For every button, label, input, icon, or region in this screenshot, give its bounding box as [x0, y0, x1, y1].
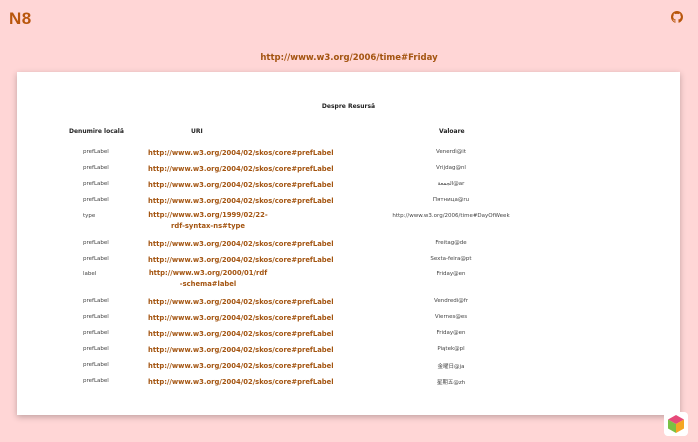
uri-link[interactable]: http://www.w3.org/2004/02/skos/core#pref…	[148, 329, 334, 340]
local-name-cell: prefLabel	[83, 256, 109, 262]
value-cell: 金曜日@ja	[437, 364, 465, 370]
local-name-cell: prefLabel	[83, 330, 109, 336]
local-name-cell: label	[83, 271, 97, 277]
local-name-cell: prefLabel	[83, 181, 109, 187]
uri-link[interactable]: http://www.w3.org/2004/02/skos/core#pref…	[148, 196, 334, 207]
uri-link[interactable]: http://www.w3.org/1999/02/22-rdf-syntax-…	[148, 210, 268, 231]
local-name-cell: type	[83, 213, 96, 219]
local-name-cell: prefLabel	[83, 378, 109, 384]
app-logo[interactable]: N8	[9, 9, 32, 29]
value-cell: Freitag@de	[435, 240, 467, 246]
local-name-cell: prefLabel	[83, 298, 109, 304]
value-cell: الجمعة@ar	[437, 181, 465, 187]
uri-link[interactable]: http://www.w3.org/2004/02/skos/core#pref…	[148, 148, 334, 159]
column-header-value: Valoare	[439, 128, 465, 135]
uri-link[interactable]: http://www.w3.org/2004/02/skos/core#pref…	[148, 164, 334, 175]
value-cell: Friday@en	[436, 330, 466, 336]
cube-icon[interactable]	[664, 412, 688, 436]
local-name-cell: prefLabel	[83, 165, 109, 171]
uri-link[interactable]: http://www.w3.org/2004/02/skos/core#pref…	[148, 297, 334, 308]
resource-card: Despre Resursă Denumire locală URI Valoa…	[17, 72, 680, 415]
local-name-cell: prefLabel	[83, 197, 109, 203]
uri-link[interactable]: http://www.w3.org/2000/01/rdf-schema#lab…	[148, 268, 268, 289]
card-title: Despre Resursă	[321, 103, 376, 110]
uri-link[interactable]: http://www.w3.org/2004/02/skos/core#pref…	[148, 361, 334, 372]
value-cell: 星期五@zh	[436, 380, 466, 386]
value-cell: Venerdì@it	[436, 149, 466, 155]
value-cell: http://www.w3.org/2006/time#DayOfWeek	[392, 213, 510, 219]
column-header-label: Denumire locală	[69, 128, 124, 135]
uri-link[interactable]: http://www.w3.org/2004/02/skos/core#pref…	[148, 377, 334, 388]
uri-link[interactable]: http://www.w3.org/2004/02/skos/core#pref…	[148, 345, 334, 356]
local-name-cell: prefLabel	[83, 346, 109, 352]
github-icon[interactable]	[671, 11, 683, 23]
uri-link[interactable]: http://www.w3.org/2004/02/skos/core#pref…	[148, 239, 334, 250]
value-cell: Sexta-feira@pt	[430, 256, 472, 262]
value-cell: Пятница@ru	[432, 197, 470, 203]
local-name-cell: prefLabel	[83, 314, 109, 320]
local-name-cell: prefLabel	[83, 149, 109, 155]
value-cell: Vrijdag@nl	[436, 165, 466, 171]
value-cell: Vendredi@fr	[434, 298, 468, 304]
value-cell: Piątek@pl	[437, 346, 465, 352]
local-name-cell: prefLabel	[83, 240, 109, 246]
resource-uri-title[interactable]: http://www.w3.org/2006/time#Friday	[0, 53, 698, 63]
value-cell: Friday@en	[436, 271, 466, 277]
column-header-uri: URI	[191, 128, 203, 135]
uri-link[interactable]: http://www.w3.org/2004/02/skos/core#pref…	[148, 180, 334, 191]
uri-link[interactable]: http://www.w3.org/2004/02/skos/core#pref…	[148, 255, 334, 266]
uri-link[interactable]: http://www.w3.org/2004/02/skos/core#pref…	[148, 313, 334, 324]
value-cell: Viernes@es	[434, 314, 468, 320]
local-name-cell: prefLabel	[83, 362, 109, 368]
